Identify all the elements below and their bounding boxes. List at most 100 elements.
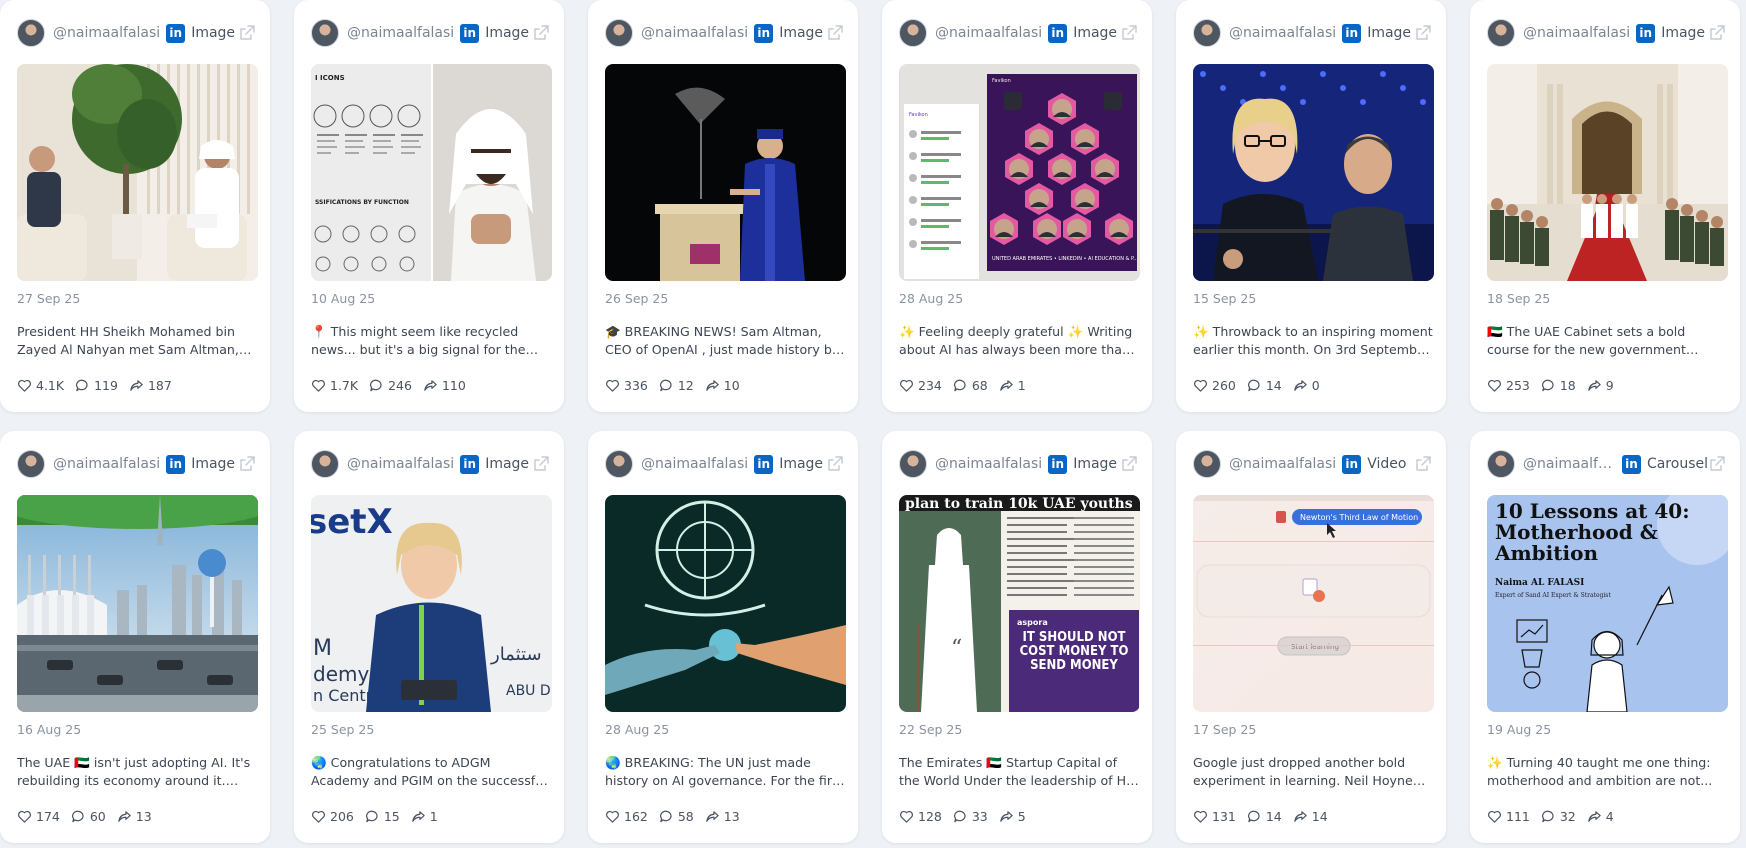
post-card[interactable]: @naimaalfalasi in Image 15 Sep 25 ✨ Thro…: [1176, 0, 1446, 412]
comments-stat: 14: [1247, 378, 1282, 393]
post-image[interactable]: Newton's Third Law of Motion Start learn…: [1193, 495, 1434, 712]
comment-icon: [659, 378, 678, 393]
post-image[interactable]: [17, 495, 258, 712]
post-text: President HH Sheikh Mohamed bin Zayed Al…: [17, 324, 239, 357]
post-date: 19 Aug 25: [1487, 722, 1552, 737]
author-handle[interactable]: @naimaalfalasi: [53, 25, 160, 41]
author-handle[interactable]: @naimaalfalasi: [1229, 456, 1336, 472]
post-text: The UAE 🇦🇪 isn't just adopting AI. It's …: [17, 755, 251, 788]
post-date: 27 Sep 25: [17, 291, 81, 306]
post-card[interactable]: @naimaalfalasi in Image 18 Sep 25 🇦🇪 The…: [1470, 0, 1740, 412]
external-link-icon[interactable]: [238, 455, 256, 473]
external-link-icon[interactable]: [1414, 455, 1432, 473]
media-type-label: Video: [1367, 456, 1407, 472]
avatar[interactable]: [1193, 450, 1221, 478]
avatar[interactable]: [311, 19, 339, 47]
post-text: The Emirates 🇦🇪 Startup Capital of the W…: [899, 755, 1136, 788]
shares-stat: 110: [423, 378, 466, 393]
avatar[interactable]: [899, 19, 927, 47]
heart-icon: [1487, 378, 1506, 393]
external-link-icon[interactable]: [1708, 24, 1726, 42]
avatar[interactable]: [1487, 450, 1515, 478]
post-card[interactable]: @naimaalfalasi in Image Favikon Favikon …: [882, 0, 1152, 412]
external-link-icon[interactable]: [1120, 455, 1138, 473]
shares-count: 10: [723, 378, 740, 393]
post-card[interactable]: @naimaalfalasi in Carousel 10 Lessons at…: [1470, 431, 1740, 843]
author-handle[interactable]: @naimaalfalasi: [1523, 25, 1630, 41]
author-handle[interactable]: @naimaalfalasi: [1523, 456, 1616, 472]
comments-stat: 58: [659, 809, 694, 824]
author-handle[interactable]: @naimaalfalasi: [935, 456, 1042, 472]
svg-text:M: M: [313, 636, 332, 661]
post-card[interactable]: @naimaalfalasi in Image 16 Aug 25 The UA…: [0, 431, 270, 843]
likes-stat: 234: [899, 378, 942, 393]
share-icon: [1293, 809, 1312, 824]
linkedin-icon: in: [754, 23, 774, 43]
post-image[interactable]: setX M demy n Centre ستثمار ABU DH: [311, 495, 552, 712]
post-stats: 253 18 9: [1487, 378, 1625, 393]
post-date: 28 Aug 25: [605, 722, 670, 737]
post-date: 22 Sep 25: [899, 722, 963, 737]
external-link-icon[interactable]: [532, 24, 550, 42]
post-image[interactable]: [605, 64, 846, 281]
comment-icon: [369, 378, 388, 393]
post-card[interactable]: @naimaalfalasi in Image plan to train 10…: [882, 431, 1152, 843]
post-image[interactable]: [1487, 64, 1728, 281]
likes-stat: 174: [17, 809, 60, 824]
likes-stat: 131: [1193, 809, 1236, 824]
external-link-icon[interactable]: [532, 455, 550, 473]
external-link-icon[interactable]: [1120, 24, 1138, 42]
svg-text:Naima AL FALASI: Naima AL FALASI: [1495, 578, 1584, 588]
author-handle[interactable]: @naimaalfalasi: [53, 456, 160, 472]
avatar[interactable]: [899, 450, 927, 478]
external-link-icon[interactable]: [1708, 455, 1726, 473]
author-handle[interactable]: @naimaalfalasi: [935, 25, 1042, 41]
linkedin-icon: in: [460, 23, 480, 43]
share-icon: [1293, 378, 1312, 393]
post-card[interactable]: @naimaalfalasi in Image 27 Sep 25 Presid…: [0, 0, 270, 412]
post-card[interactable]: @naimaalfalasi in Image I ICONS SSIFICAT…: [294, 0, 564, 412]
post-image[interactable]: 10 Lessons at 40: Motherhood & Ambition …: [1487, 495, 1728, 712]
author-handle[interactable]: @naimaalfalasi: [641, 25, 748, 41]
avatar[interactable]: [1193, 19, 1221, 47]
avatar[interactable]: [605, 450, 633, 478]
post-image[interactable]: [17, 64, 258, 281]
post-header: @naimaalfalasi in Image: [311, 18, 550, 48]
author-handle[interactable]: @naimaalfalasi: [1229, 25, 1336, 41]
shares-count: 13: [723, 809, 740, 824]
media-type-label: Image: [1661, 25, 1706, 41]
post-image[interactable]: Favikon Favikon UNITED ARAB EMIRATES • L…: [899, 64, 1140, 281]
avatar[interactable]: [17, 19, 45, 47]
external-link-icon[interactable]: [1414, 24, 1432, 42]
external-link-icon[interactable]: [826, 455, 844, 473]
post-image[interactable]: plan to train 10k UAE youths “ aspora IT…: [899, 495, 1140, 712]
post-card[interactable]: @naimaalfalasi in Image 26 Sep 25 🎓 BREA…: [588, 0, 858, 412]
posts-grid: @naimaalfalasi in Image 27 Sep 25 Presid…: [0, 0, 1746, 848]
linkedin-icon: in: [166, 23, 186, 43]
heart-icon: [605, 809, 624, 824]
avatar[interactable]: [311, 450, 339, 478]
post-stats: 4.1K 119 187: [17, 378, 183, 393]
post-stats: 162 58 13: [605, 809, 751, 824]
post-header: @naimaalfalasi in Carousel: [1487, 449, 1726, 479]
avatar[interactable]: [1487, 19, 1515, 47]
post-image[interactable]: [605, 495, 846, 712]
author-handle[interactable]: @naimaalfalasi: [347, 456, 454, 472]
post-image[interactable]: I ICONS SSIFICATIONS BY FUNCTION: [311, 64, 552, 281]
svg-text:UNITED ARAB EMIRATES • LINKEDI: UNITED ARAB EMIRATES • LINKEDIN • AI EDU…: [992, 256, 1138, 262]
linkedin-icon: in: [1048, 454, 1068, 474]
post-card[interactable]: @naimaalfalasi in Video Newton's Third L…: [1176, 431, 1446, 843]
post-image[interactable]: [1193, 64, 1434, 281]
linkedin-icon: in: [1621, 454, 1641, 474]
external-link-icon[interactable]: [238, 24, 256, 42]
comment-icon: [659, 809, 678, 824]
avatar[interactable]: [605, 19, 633, 47]
svg-text:Favikon: Favikon: [909, 112, 928, 118]
comment-icon: [1247, 378, 1266, 393]
external-link-icon[interactable]: [826, 24, 844, 42]
post-card[interactable]: @naimaalfalasi in Image 28 Aug 25 🌏 BREA…: [588, 431, 858, 843]
author-handle[interactable]: @naimaalfalasi: [641, 456, 748, 472]
author-handle[interactable]: @naimaalfalasi: [347, 25, 454, 41]
post-card[interactable]: @naimaalfalasi in Image setX M demy n Ce…: [294, 431, 564, 843]
avatar[interactable]: [17, 450, 45, 478]
